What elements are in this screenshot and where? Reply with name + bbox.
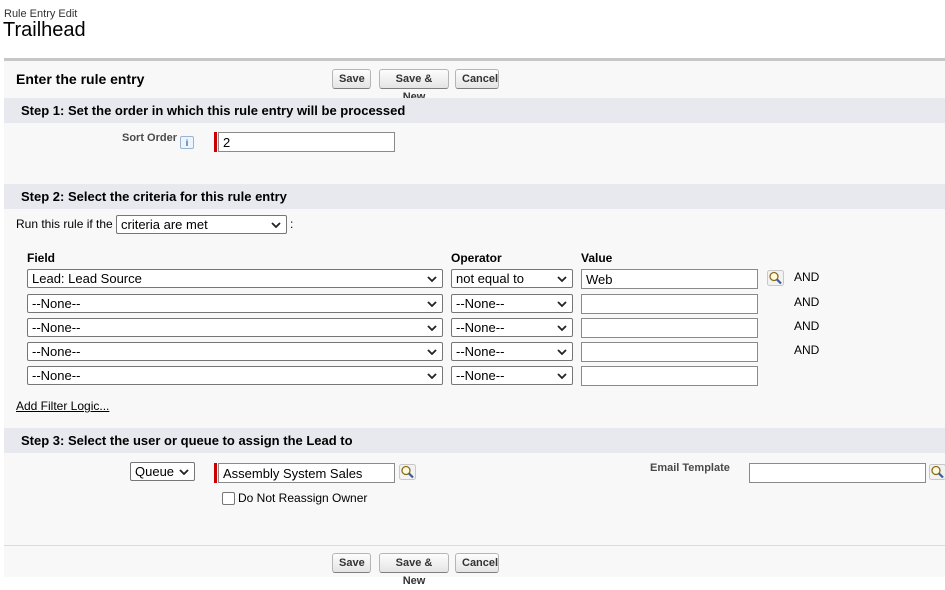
criteria-operator-select[interactable]: --None-- <box>451 294 573 313</box>
criteria-field-select[interactable]: --None-- <box>27 342 443 361</box>
criteria-value-input[interactable] <box>581 294 758 314</box>
criteria-value-input[interactable] <box>581 318 758 338</box>
criteria-field-value: --None-- <box>32 296 81 311</box>
criteria-field-value: --None-- <box>32 368 81 383</box>
required-indicator <box>214 132 217 152</box>
criteria-field-value: --None-- <box>32 320 81 335</box>
page-title: Trailhead <box>3 19 86 41</box>
email-template-input[interactable] <box>749 463 926 483</box>
criteria-operator-value: not equal to <box>456 271 524 286</box>
assignee-type-value: Queue <box>135 464 175 479</box>
save-button-top[interactable]: Save <box>332 69 371 89</box>
save-new-button-top[interactable]: Save & New <box>379 69 449 103</box>
chevron-down-icon <box>426 273 438 285</box>
criteria-field-select[interactable]: --None-- <box>27 366 443 385</box>
criteria-operator-value: --None-- <box>456 344 505 359</box>
sort-order-label: Sort Order <box>122 132 178 144</box>
footer-divider <box>4 545 945 546</box>
email-template-label: Email Template <box>650 462 730 474</box>
criteria-operator-select[interactable]: --None-- <box>451 366 573 385</box>
save-new-button-bottom[interactable]: Save & New <box>379 553 449 587</box>
chevron-down-icon <box>556 298 568 310</box>
criteria-and-label: AND <box>794 343 820 357</box>
run-rule-suffix: : <box>290 217 294 231</box>
chevron-down-icon <box>556 322 568 334</box>
required-indicator <box>214 463 217 483</box>
lookup-icon[interactable] <box>929 464 945 480</box>
criteria-value-input[interactable] <box>581 366 758 386</box>
add-filter-logic-link[interactable]: Add Filter Logic... <box>16 399 109 413</box>
panel-title: Enter the rule entry <box>16 71 145 87</box>
chevron-down-icon <box>426 298 438 310</box>
criteria-field-select[interactable]: --None-- <box>27 294 443 313</box>
criteria-operator-value: --None-- <box>456 368 505 383</box>
criteria-field-select[interactable]: --None-- <box>27 318 443 337</box>
criteria-operator-value: --None-- <box>456 296 505 311</box>
field-column-header: Field <box>27 251 56 265</box>
chevron-down-icon <box>556 273 568 285</box>
chevron-down-icon <box>426 370 438 382</box>
assignee-type-select[interactable]: Queue <box>130 462 195 481</box>
criteria-field-value: --None-- <box>32 344 81 359</box>
chevron-down-icon <box>178 466 190 478</box>
cancel-button-bottom[interactable]: Cancel <box>455 553 499 573</box>
lookup-icon[interactable] <box>399 464 416 480</box>
chevron-down-icon <box>270 219 282 231</box>
criteria-and-label: AND <box>794 295 820 309</box>
criteria-field-value: Lead: Lead Source <box>32 271 142 286</box>
save-button-bottom[interactable]: Save <box>332 553 371 573</box>
run-rule-label: Run this rule if the <box>16 217 113 231</box>
criteria-and-label: AND <box>794 319 820 333</box>
chevron-down-icon <box>556 346 568 358</box>
do-not-reassign-checkbox[interactable] <box>222 492 235 505</box>
info-icon[interactable]: i <box>180 136 194 149</box>
cancel-button-top[interactable]: Cancel <box>455 69 499 89</box>
criteria-value-input[interactable] <box>581 342 758 362</box>
criteria-value-input[interactable] <box>581 269 758 289</box>
chevron-down-icon <box>426 322 438 334</box>
criteria-and-label: AND <box>794 270 820 284</box>
criteria-operator-select[interactable]: --None-- <box>451 342 573 361</box>
step2-header: Step 2: Select the criteria for this rul… <box>4 184 945 209</box>
criteria-operator-value: --None-- <box>456 320 505 335</box>
step1-header: Step 1: Set the order in which this rule… <box>4 98 945 123</box>
sort-order-input[interactable] <box>218 132 395 152</box>
criteria-field-select[interactable]: Lead: Lead Source <box>27 269 443 288</box>
run-rule-select-value: criteria are met <box>121 217 208 232</box>
do-not-reassign-label: Do Not Reassign Owner <box>238 491 368 505</box>
criteria-operator-select[interactable]: --None-- <box>451 318 573 337</box>
step3-header: Step 3: Select the user or queue to assi… <box>4 428 945 453</box>
run-rule-select[interactable]: criteria are met <box>116 215 287 234</box>
lookup-icon[interactable] <box>767 270 784 286</box>
criteria-operator-select[interactable]: not equal to <box>451 269 573 288</box>
assignee-input[interactable] <box>218 463 395 483</box>
chevron-down-icon <box>426 346 438 358</box>
operator-column-header: Operator <box>451 251 502 265</box>
value-column-header: Value <box>581 251 613 265</box>
chevron-down-icon <box>556 370 568 382</box>
